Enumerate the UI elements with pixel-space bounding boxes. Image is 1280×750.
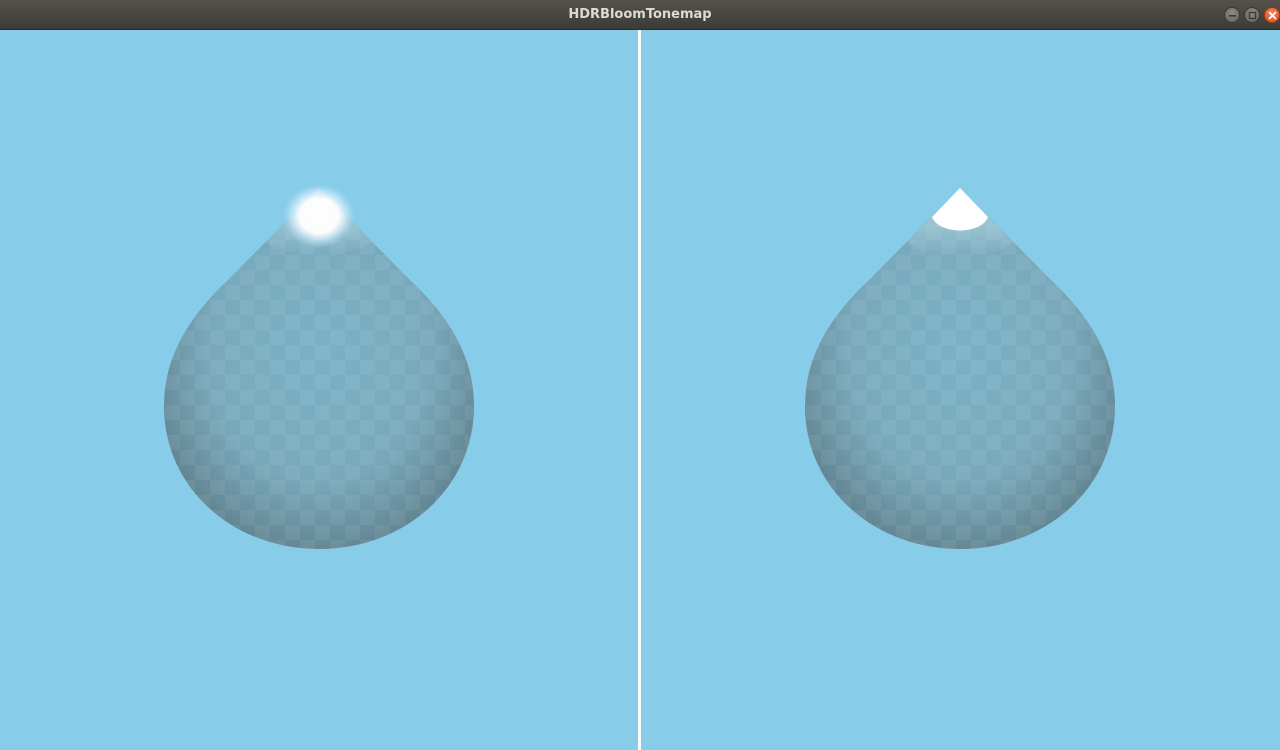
minimize-button[interactable] [1224,7,1240,23]
bloom-scene [164,184,474,549]
close-button[interactable] [1264,7,1280,23]
minimize-icon [1229,15,1236,17]
maximize-button[interactable] [1244,7,1260,23]
app-window: HDRBloomTonemap [0,0,1280,750]
maximize-icon [1248,11,1257,20]
title-bar[interactable]: HDRBloomTonemap [0,0,1280,30]
specular-highlight [932,188,988,231]
render-area[interactable] [0,30,1280,750]
bloom-highlight [283,184,355,248]
window-title: HDRBloomTonemap [568,7,712,22]
no-bloom-scene [805,188,1115,549]
close-icon [1268,11,1277,20]
bloom-viewport[interactable] [0,30,638,750]
no-bloom-viewport[interactable] [641,30,1280,750]
